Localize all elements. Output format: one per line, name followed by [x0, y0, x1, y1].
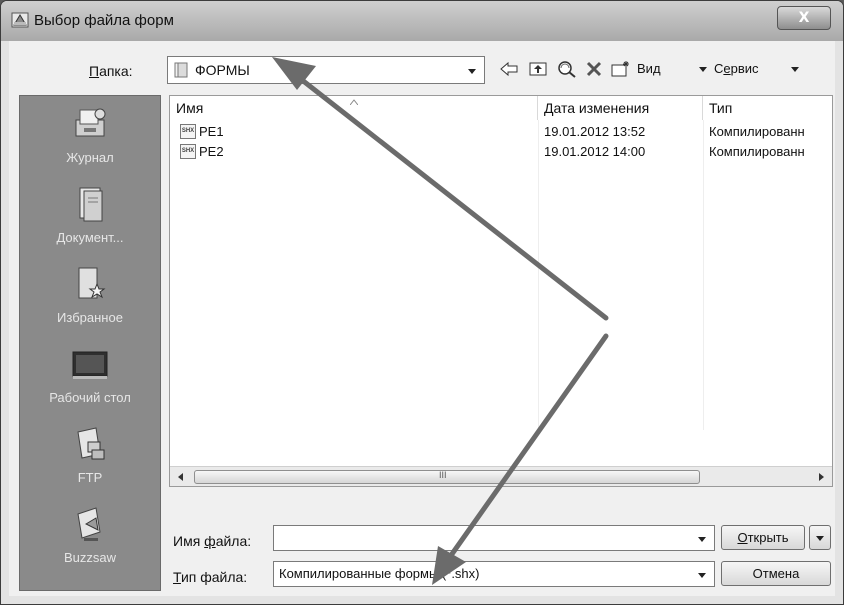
view-label: Ви: [637, 61, 653, 76]
file-date: 19.01.2012 13:52: [544, 124, 646, 139]
shx-file-icon: SHX: [180, 144, 196, 159]
service-chevron-down-icon[interactable]: [791, 67, 799, 72]
place-label: Документ...: [56, 230, 124, 245]
folder-value: ФОРМЫ: [195, 62, 250, 78]
shx-file-icon: SHX: [180, 124, 196, 139]
filename-label-text: Имя: [173, 533, 205, 549]
delete-button[interactable]: [583, 57, 605, 81]
scroll-left-icon[interactable]: [178, 473, 183, 481]
buzzsaw-icon: [77, 507, 101, 541]
folder-label: Папка:: [89, 63, 133, 79]
close-icon: X: [798, 10, 810, 26]
new-folder-icon: [611, 61, 629, 77]
service-label-hotkey: е: [723, 61, 731, 76]
open-options-button[interactable]: [809, 525, 831, 550]
file-type: Компилированн: [709, 144, 805, 159]
file-row[interactable]: SHX PE1 19.01.2012 13:52 Компилированн: [170, 122, 832, 142]
filename-label-rest: айла:: [215, 533, 252, 549]
filetype-label-hotkey: Т: [173, 569, 181, 585]
ftp-icon: [77, 427, 105, 460]
service-menu-button[interactable]: Сервис: [714, 61, 759, 76]
place-label: Рабочий стол: [49, 390, 131, 405]
column-header-type[interactable]: Тип: [703, 96, 832, 120]
column-header-label: Тип: [709, 100, 733, 116]
close-button[interactable]: X: [777, 6, 831, 30]
up-folder-icon: [529, 62, 547, 76]
place-label: FTP: [77, 470, 103, 485]
horizontal-scrollbar[interactable]: III: [170, 466, 832, 486]
filename-label: Имя файла:: [173, 533, 251, 549]
chevron-down-icon[interactable]: [468, 69, 476, 74]
desktop-icon: [72, 351, 108, 379]
app-icon: [11, 12, 29, 28]
place-history[interactable]: Журнал: [20, 104, 160, 165]
cancel-button[interactable]: Отмена: [721, 561, 831, 586]
place-desktop[interactable]: Рабочий стол: [20, 344, 160, 405]
scroll-grip: III: [439, 470, 447, 480]
service-label-rest: рвис: [730, 61, 759, 76]
file-date: 19.01.2012 14:00: [544, 144, 646, 159]
column-header-name[interactable]: Имя: [170, 96, 538, 120]
folder-label-text: апка:: [99, 63, 133, 79]
documents-icon: [79, 187, 103, 222]
open-button[interactable]: Открыть: [721, 525, 805, 550]
file-row[interactable]: SHX PE2 19.01.2012 14:00 Компилированн: [170, 142, 832, 162]
place-documents[interactable]: Документ...: [20, 184, 160, 245]
column-header-date[interactable]: Дата изменения: [538, 96, 703, 120]
window-title: Выбор файла форм: [34, 12, 174, 29]
view-label-hotkey: д: [652, 61, 661, 76]
folder-dropdown[interactable]: ФОРМЫ: [167, 56, 485, 84]
scroll-thumb[interactable]: III: [194, 470, 700, 484]
filetype-dropdown[interactable]: Компилированные формы (*.shx): [273, 561, 715, 587]
filetype-label: Тип файла:: [173, 569, 247, 585]
filename-chevron-down-icon[interactable]: [698, 537, 706, 542]
dialog-client: Папка: ФОРМЫ Вид Сервис Журнал Документ.…: [9, 41, 835, 596]
column-divider: [703, 120, 704, 430]
scroll-right-icon[interactable]: [819, 473, 824, 481]
file-dialog-window: Выбор файла форм X Папка: ФОРМЫ Вид Серв…: [0, 0, 844, 605]
delete-icon: [586, 61, 602, 77]
filetype-label-text: ип файла:: [180, 569, 248, 585]
folder-icon: [174, 62, 188, 78]
place-label: Избранное: [57, 310, 123, 325]
file-name-cell: SHX PE2: [180, 144, 224, 159]
place-buzzsaw[interactable]: Buzzsaw: [20, 504, 160, 565]
file-name-cell: SHX PE1: [180, 124, 224, 139]
title-bar[interactable]: Выбор файла форм X: [1, 1, 843, 41]
new-folder-button[interactable]: [609, 57, 633, 81]
view-chevron-down-icon[interactable]: [699, 67, 707, 72]
open-chevron-down-icon: [816, 536, 824, 541]
place-ftp[interactable]: FTP: [20, 424, 160, 485]
file-list[interactable]: Имя Дата изменения Тип SHX PE1 19.01.201…: [169, 95, 833, 487]
view-menu-button[interactable]: Вид: [637, 61, 661, 76]
sort-asc-icon: [350, 99, 358, 105]
file-name: PE1: [199, 124, 224, 139]
column-divider: [538, 120, 539, 430]
back-button[interactable]: [497, 57, 521, 81]
up-folder-button[interactable]: [527, 57, 549, 81]
filename-label-hotkey: ф: [204, 533, 216, 549]
file-name: PE2: [199, 144, 224, 159]
filetype-chevron-down-icon[interactable]: [698, 573, 706, 578]
place-label: Buzzsaw: [63, 550, 117, 565]
filetype-value: Компилированные формы (*.shx): [279, 566, 480, 581]
filename-input[interactable]: [273, 525, 715, 551]
favorites-icon: [78, 267, 106, 299]
folder-label-hotkey: П: [89, 63, 100, 79]
search-web-icon: [558, 61, 576, 78]
place-favorites[interactable]: Избранное: [20, 264, 160, 325]
open-label: ткрыть: [747, 530, 789, 545]
open-hotkey: О: [737, 530, 748, 545]
service-label: С: [714, 61, 724, 76]
history-icon: [75, 108, 106, 137]
cancel-label: Отмена: [752, 566, 800, 581]
column-header-label: Имя: [176, 100, 204, 116]
place-label: Журнал: [66, 150, 114, 165]
places-bar: Журнал Документ... Избранное Рабочий сто…: [19, 95, 161, 591]
back-icon: [500, 61, 518, 77]
search-web-button[interactable]: [555, 57, 579, 81]
file-type: Компилированн: [709, 124, 805, 139]
column-header-label: Дата изменения: [544, 100, 650, 116]
